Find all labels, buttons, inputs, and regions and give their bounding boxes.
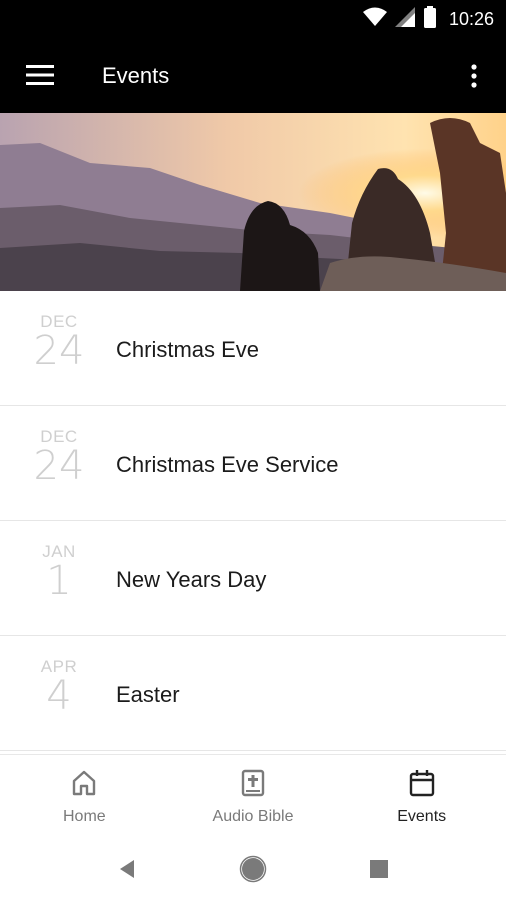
event-title: Christmas Eve Service [116, 452, 339, 477]
page-title: Events [102, 63, 170, 88]
nav-label: Audio Bible [212, 808, 294, 825]
home-circle-icon[interactable] [238, 854, 268, 884]
status-bar: 10:26 [0, 0, 506, 38]
calendar-icon [408, 769, 436, 802]
event-title: Easter [116, 682, 180, 707]
event-date: APR 4 [30, 658, 88, 719]
event-date: JAN 1 [30, 543, 88, 604]
wifi-icon [362, 7, 387, 32]
list-item[interactable]: DEC 24 Christmas Eve Service [0, 406, 506, 521]
event-day: 24 [33, 443, 85, 489]
home-icon [71, 769, 97, 802]
event-day: 24 [33, 328, 85, 374]
list-item[interactable]: DEC 24 Christmas Eve [0, 291, 506, 406]
recents-icon[interactable] [364, 854, 394, 884]
nav-label: Events [397, 808, 447, 825]
more-vert-icon[interactable] [456, 56, 492, 96]
event-title: Christmas Eve [116, 337, 260, 362]
event-day: 4 [46, 673, 72, 719]
event-title: New Years Day [116, 567, 267, 592]
bottom-nav: Home Audio Bible Events [0, 754, 506, 835]
nav-events[interactable]: Events [337, 755, 506, 835]
list-item[interactable]: APR 4 Easter [0, 636, 506, 751]
back-icon[interactable] [112, 854, 142, 884]
event-date: DEC 24 [30, 428, 88, 489]
status-icons: 10:26 [362, 0, 494, 38]
bible-icon [240, 769, 266, 802]
nav-label: Home [62, 808, 106, 825]
event-day: 1 [46, 558, 72, 604]
nav-home[interactable]: Home [0, 755, 169, 835]
signal-icon [394, 6, 415, 32]
system-nav [0, 834, 506, 900]
hero-image [0, 113, 506, 291]
event-date: DEC 24 [30, 313, 88, 374]
nav-audio-bible[interactable]: Audio Bible [169, 755, 338, 835]
list-item[interactable]: JAN 1 New Years Day [0, 521, 506, 636]
status-time: 10:26 [448, 8, 494, 29]
app-bar: Events [0, 38, 506, 113]
hamburger-menu-icon[interactable] [20, 58, 60, 92]
event-list: DEC 24 Christmas Eve DEC 24 Christmas Ev… [0, 291, 506, 751]
battery-icon [423, 5, 437, 33]
